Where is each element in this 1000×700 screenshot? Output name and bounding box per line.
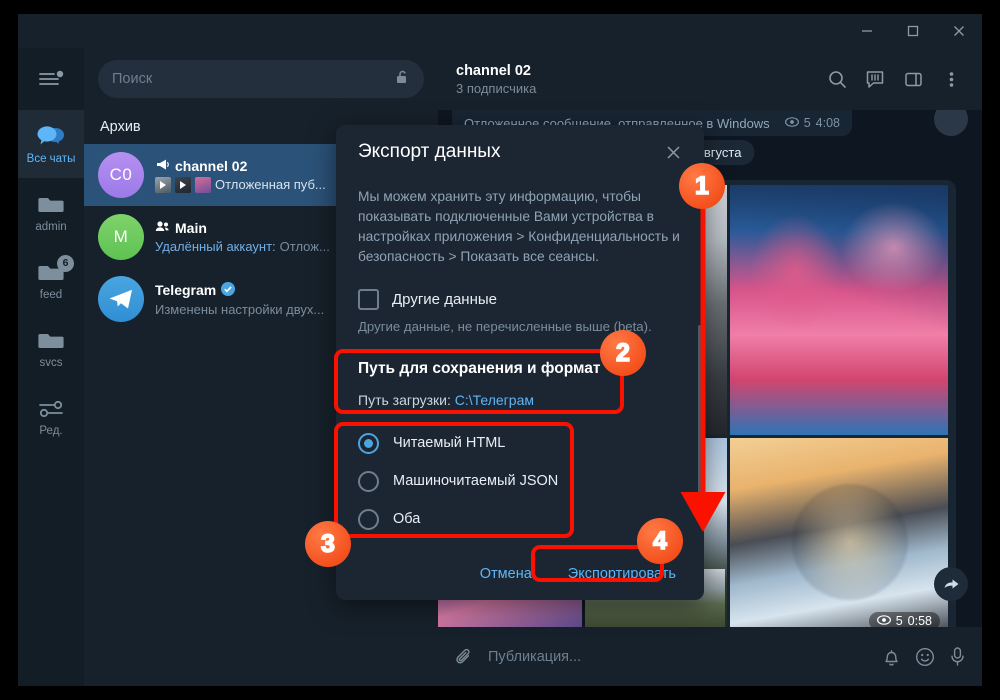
emoji-icon[interactable] <box>915 647 935 667</box>
sidebar-item-feed[interactable]: 6 feed <box>18 246 84 314</box>
telegram-logo-icon <box>109 289 132 309</box>
checkbox-label: Другие данные <box>392 291 497 308</box>
dialog-title: Экспорт данных <box>358 141 501 162</box>
sidebar-item-svcs[interactable]: svcs <box>18 314 84 382</box>
sidebar-toggle-icon[interactable] <box>894 60 932 98</box>
annotation-badge-3: 3 <box>305 521 351 567</box>
chat-preview: Отлож... <box>279 239 330 254</box>
dialog-scrollbar[interactable] <box>698 325 701 505</box>
message-input[interactable]: Публикация... <box>488 649 868 665</box>
annotation-box-formats <box>334 422 574 538</box>
annotation-box-path <box>334 349 624 414</box>
message-time: 0:58 <box>907 614 932 627</box>
archive-label: Архив <box>100 119 141 135</box>
paperclip-icon[interactable] <box>454 647 474 667</box>
minimize-icon[interactable] <box>844 14 890 48</box>
view-count: 5 <box>803 116 811 130</box>
avatar: C0 <box>98 152 144 198</box>
message-time: 4:08 <box>815 116 840 130</box>
dialog-header: Экспорт данных <box>336 125 704 179</box>
avatar <box>98 276 144 322</box>
unlock-icon[interactable] <box>394 69 410 89</box>
chat-name: Main <box>175 220 207 236</box>
thumbnail-icon <box>175 176 191 193</box>
chat-preview: Отложенная пуб... <box>215 177 326 192</box>
thumbnail-icon <box>155 176 171 193</box>
sidebar-item-label: Все чаты <box>26 152 76 165</box>
sidebar-item-admin[interactable]: admin <box>18 178 84 246</box>
message-meta: 5 4:08 <box>784 116 840 130</box>
sidebar-item-all-chats[interactable]: Все чаты <box>18 110 84 178</box>
avatar: M <box>98 214 144 260</box>
eye-icon <box>876 614 891 627</box>
search-row: Поиск <box>84 48 438 110</box>
annotation-badge-1: 1 <box>679 163 725 209</box>
close-icon[interactable] <box>658 137 688 167</box>
unread-badge: 6 <box>57 254 74 272</box>
other-data-checkbox[interactable]: Другие данные <box>358 289 682 310</box>
sliders-icon <box>37 395 65 423</box>
bell-icon[interactable] <box>882 647 901 667</box>
annotation-badge-2: 2 <box>600 330 646 376</box>
saved-messages-icon[interactable] <box>856 60 894 98</box>
checkbox-box[interactable] <box>358 289 379 310</box>
subscriber-count: 3 подписчика <box>456 80 537 96</box>
album-meta: 5 0:58 <box>868 612 940 627</box>
folder-icon: 6 <box>37 254 74 287</box>
photo-thumbnail[interactable]: 5 0:58 <box>730 438 948 627</box>
avatar-initials: M <box>113 227 129 246</box>
hamburger-menu-icon[interactable] <box>18 48 84 110</box>
sidebar-item-label: feed <box>39 288 63 301</box>
verified-badge-icon <box>221 281 236 299</box>
microphone-icon[interactable] <box>949 646 966 667</box>
chat-name: channel 02 <box>175 157 248 174</box>
window-titlebar <box>18 14 982 48</box>
message-composer: Публикация... <box>438 627 982 686</box>
photo-thumbnail[interactable] <box>730 185 948 435</box>
forward-icon[interactable] <box>934 567 968 601</box>
search-placeholder: Поиск <box>112 71 153 87</box>
left-rail: Все чаты admin 6 feed svcs Ред. <box>18 48 84 686</box>
search-input[interactable]: Поиск <box>98 60 424 98</box>
group-icon <box>155 220 170 236</box>
view-count: 5 <box>895 614 903 627</box>
sidebar-item-label: admin <box>35 220 67 233</box>
avatar-initials: C0 <box>109 165 133 184</box>
sidebar-item-label: Ред. <box>39 424 63 437</box>
page-title: channel 02 <box>456 62 531 79</box>
chat-preview: Изменены настройки двух... <box>155 301 325 317</box>
chats-icon <box>36 123 66 151</box>
avatar[interactable] <box>934 110 968 136</box>
dialog-description: Мы можем хранить эту информацию, чтобы п… <box>358 189 680 264</box>
more-options-icon[interactable] <box>932 60 970 98</box>
chat-name: Telegram <box>155 282 217 298</box>
thumbnail-icon <box>195 176 211 193</box>
search-icon[interactable] <box>818 60 856 98</box>
chat-preview-sender: Удалённый аккаунт: <box>155 239 276 254</box>
maximize-icon[interactable] <box>890 14 936 48</box>
conversation-header-text[interactable]: channel 02 3 подписчика <box>456 63 818 96</box>
sidebar-item-edit[interactable]: Ред. <box>18 382 84 450</box>
conversation-header: channel 02 3 подписчика <box>438 48 982 110</box>
screenshot-root: Все чаты admin 6 feed svcs Ред. Поиск Ар… <box>0 0 1000 700</box>
eye-icon <box>784 116 799 130</box>
folder-icon <box>37 327 65 355</box>
annotation-badge-4: 4 <box>637 518 683 564</box>
sidebar-item-label: svcs <box>39 356 63 369</box>
folder-icon <box>37 191 65 219</box>
megaphone-icon <box>155 158 170 174</box>
close-icon[interactable] <box>936 14 982 48</box>
